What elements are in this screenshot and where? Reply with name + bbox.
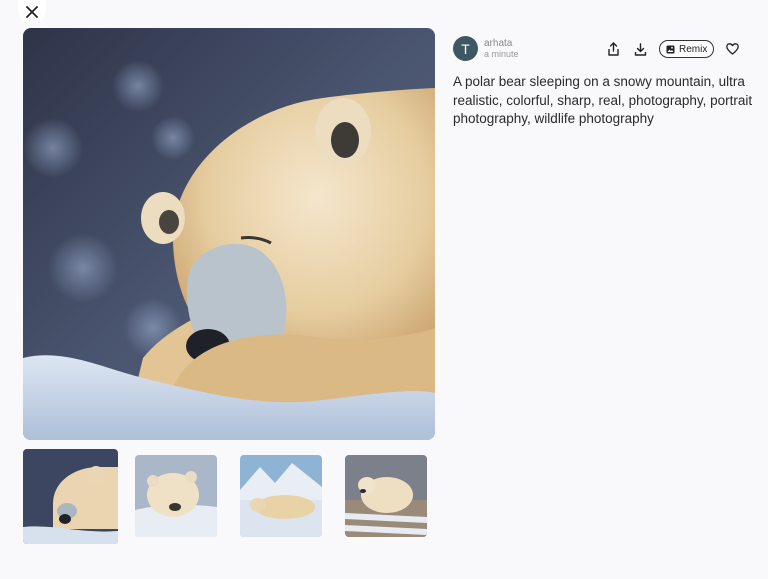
thumbnail-1[interactable] [23,449,118,544]
author-meta: arhata a minute [484,38,519,60]
avatar[interactable]: T [453,36,478,61]
thumbnail-4[interactable] [345,455,427,537]
share-icon [607,42,619,56]
author-info[interactable]: T arhata a minute [453,36,519,61]
prompt-text: A polar bear sleeping on a snowy mountai… [453,74,753,126]
close-button[interactable] [18,0,46,24]
post-time: a minute [484,48,519,59]
main-image [23,28,435,440]
thumbnail-2[interactable] [135,455,217,537]
download-button[interactable] [630,39,650,59]
thumbnail-3[interactable] [240,455,322,537]
remix-label: Remix [679,43,708,55]
heart-icon [725,43,739,55]
like-button[interactable] [722,39,742,59]
remix-button[interactable]: Remix [659,40,715,58]
action-bar: Remix [603,39,742,59]
download-icon [634,42,646,56]
image-icon [666,45,675,53]
author-name[interactable]: arhata [484,38,519,49]
close-icon [26,6,38,18]
share-button[interactable] [603,39,623,59]
